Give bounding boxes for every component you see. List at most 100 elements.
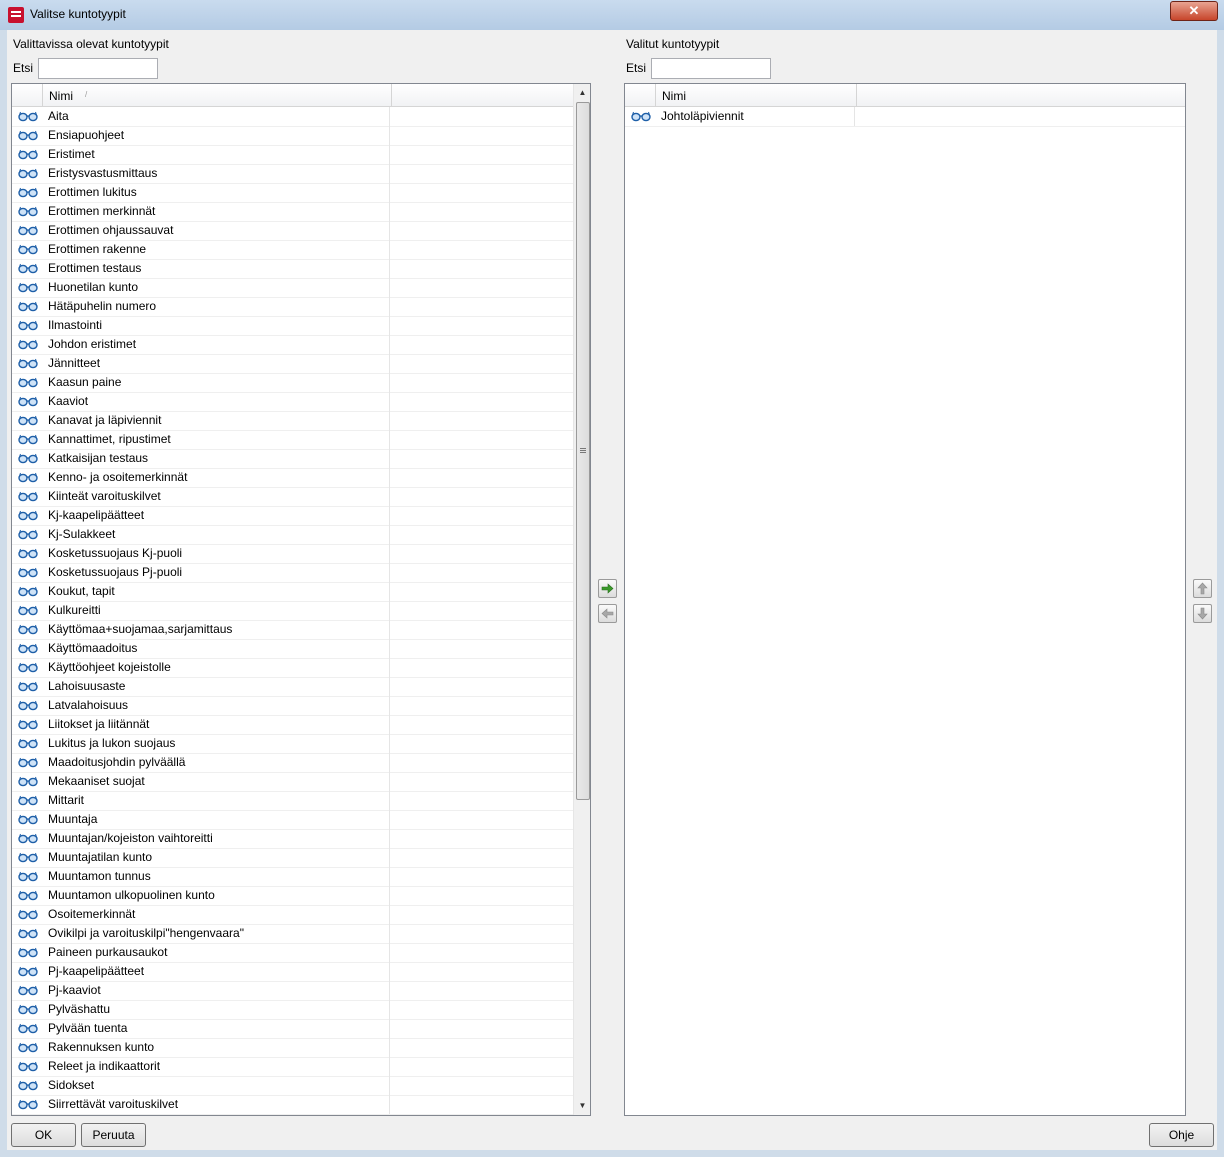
row-name: Johdon eristimet <box>48 337 137 351</box>
table-row[interactable]: Kaasun paine <box>12 373 573 393</box>
row-icon <box>18 661 38 673</box>
row-name: Kaaviot <box>48 394 89 408</box>
table-row[interactable]: Kannattimet, ripustimet <box>12 430 573 450</box>
close-button[interactable]: ✕ <box>1170 1 1218 21</box>
table-row[interactable]: Johtoläpiviennit <box>625 107 1185 127</box>
glasses-icon <box>18 111 38 122</box>
table-row[interactable]: Erottimen testaus <box>12 259 573 279</box>
glasses-icon <box>18 890 38 901</box>
table-row[interactable]: Liitokset ja liitännät <box>12 715 573 735</box>
table-row[interactable]: Erottimen lukitus <box>12 183 573 203</box>
table-row[interactable]: Hätäpuhelin numero <box>12 297 573 317</box>
table-row[interactable]: Lahoisuusaste <box>12 677 573 697</box>
table-row[interactable]: Käyttöohjeet kojeistolle <box>12 658 573 678</box>
column-divider <box>856 84 857 106</box>
table-row[interactable]: Koukut, tapit <box>12 582 573 602</box>
table-row[interactable]: Muuntamon ulkopuolinen kunto <box>12 886 573 906</box>
table-row[interactable]: Kosketussuojaus Pj-puoli <box>12 563 573 583</box>
table-row[interactable]: Ovikilpi ja varoituskilpi"hengenvaara" <box>12 924 573 944</box>
table-row[interactable]: Käyttömaa+suojamaa,sarjamittaus <box>12 620 573 640</box>
row-name: Pylväshattu <box>48 1002 111 1016</box>
add-button[interactable] <box>598 579 617 598</box>
row-icon <box>18 642 38 654</box>
table-row[interactable]: Huonetilan kunto <box>12 278 573 298</box>
close-icon: ✕ <box>1188 3 1200 18</box>
title-bar[interactable]: Valitse kuntotyypit ✕ <box>0 0 1224 30</box>
table-row[interactable]: Lukitus ja lukon suojaus <box>12 734 573 754</box>
table-row[interactable]: Muuntaja <box>12 810 573 830</box>
move-up-button[interactable] <box>1193 579 1212 598</box>
table-row[interactable]: Jännitteet <box>12 354 573 374</box>
table-row[interactable]: Erottimen merkinnät <box>12 202 573 222</box>
table-row[interactable]: Pylvään tuenta <box>12 1019 573 1039</box>
table-row[interactable]: Aita <box>12 107 573 127</box>
glasses-icon <box>18 1004 38 1015</box>
cell-divider <box>389 582 390 601</box>
table-row[interactable]: Ilmastointi <box>12 316 573 336</box>
table-row[interactable]: Kaaviot <box>12 392 573 412</box>
row-icon <box>18 281 38 293</box>
table-row[interactable]: Mekaaniset suojat <box>12 772 573 792</box>
table-row[interactable]: Eristimet <box>12 145 573 165</box>
table-row[interactable]: Katkaisijan testaus <box>12 449 573 469</box>
table-row[interactable]: Muuntajatilan kunto <box>12 848 573 868</box>
table-row[interactable]: Pj-kaapelipäätteet <box>12 962 573 982</box>
column-header-name[interactable]: Nimi <box>662 89 686 103</box>
row-icon <box>18 395 38 407</box>
table-row[interactable]: Rakennuksen kunto <box>12 1038 573 1058</box>
cell-divider <box>389 487 390 506</box>
row-icon <box>18 851 38 863</box>
table-row[interactable]: Muuntajan/kojeiston vaihtoreitti <box>12 829 573 849</box>
table-row[interactable]: Erottimen ohjaussauvat <box>12 221 573 241</box>
table-row[interactable]: Eristysvastusmittaus <box>12 164 573 184</box>
row-icon <box>18 1098 38 1110</box>
table-row[interactable]: Mittarit <box>12 791 573 811</box>
table-row[interactable]: Paineen purkausaukot <box>12 943 573 963</box>
table-row[interactable]: Johdon eristimet <box>12 335 573 355</box>
row-name: Sidokset <box>48 1078 95 1092</box>
glasses-icon <box>18 529 38 540</box>
ok-button[interactable]: OK <box>11 1123 76 1147</box>
table-row[interactable]: Kosketussuojaus Kj-puoli <box>12 544 573 564</box>
table-row[interactable]: Maadoitusjohdin pylväällä <box>12 753 573 773</box>
table-row[interactable]: Pj-kaaviot <box>12 981 573 1001</box>
column-header-name[interactable]: Nimi <box>49 89 73 103</box>
cell-divider <box>389 164 390 183</box>
table-row[interactable]: Muuntamon tunnus <box>12 867 573 887</box>
available-table: Nimi / Aita Ensiapuohjeet Eristimet Eristys… <box>11 83 591 1116</box>
table-row[interactable]: Kanavat ja läpiviennit <box>12 411 573 431</box>
table-row[interactable]: Kulkureitti <box>12 601 573 621</box>
table-row[interactable]: Kj-kaapelipäätteet <box>12 506 573 526</box>
table-row[interactable]: Sidokset <box>12 1076 573 1096</box>
scroll-up-icon[interactable]: ▲ <box>574 84 590 101</box>
row-name: Lahoisuusaste <box>48 679 126 693</box>
table-row[interactable]: Siirrettävät varoituskilvet <box>12 1095 573 1115</box>
cell-divider <box>389 601 390 620</box>
table-row[interactable]: Kj-Sulakkeet <box>12 525 573 545</box>
left-scrollbar[interactable]: ▲ ▼ <box>573 84 590 1115</box>
table-row[interactable]: Latvalahoisuus <box>12 696 573 716</box>
help-button[interactable]: Ohje <box>1149 1123 1214 1147</box>
table-row[interactable]: Pylväshattu <box>12 1000 573 1020</box>
row-name: Ensiapuohjeet <box>48 128 125 142</box>
cancel-button[interactable]: Peruuta <box>81 1123 146 1147</box>
scroll-down-icon[interactable]: ▼ <box>574 1097 590 1114</box>
left-search-input[interactable] <box>38 58 158 79</box>
table-row[interactable]: Releet ja indikaattorit <box>12 1057 573 1077</box>
row-icon <box>18 946 38 958</box>
table-row[interactable]: Käyttömaadoitus <box>12 639 573 659</box>
table-row[interactable]: Osoitemerkinnät <box>12 905 573 925</box>
table-row[interactable]: Ensiapuohjeet <box>12 126 573 146</box>
remove-button[interactable] <box>598 604 617 623</box>
left-search-label: Etsi <box>13 61 34 75</box>
right-search-input[interactable] <box>651 58 771 79</box>
scroll-thumb[interactable] <box>576 102 590 800</box>
table-row[interactable]: Kenno- ja osoitemerkinnät <box>12 468 573 488</box>
table-row[interactable]: Erottimen rakenne <box>12 240 573 260</box>
row-name: Mekaaniset suojat <box>48 774 145 788</box>
row-name: Latvalahoisuus <box>48 698 129 712</box>
move-down-button[interactable] <box>1193 604 1212 623</box>
table-row[interactable]: Kiinteät varoituskilvet <box>12 487 573 507</box>
cell-divider <box>389 297 390 316</box>
row-icon <box>18 300 38 312</box>
